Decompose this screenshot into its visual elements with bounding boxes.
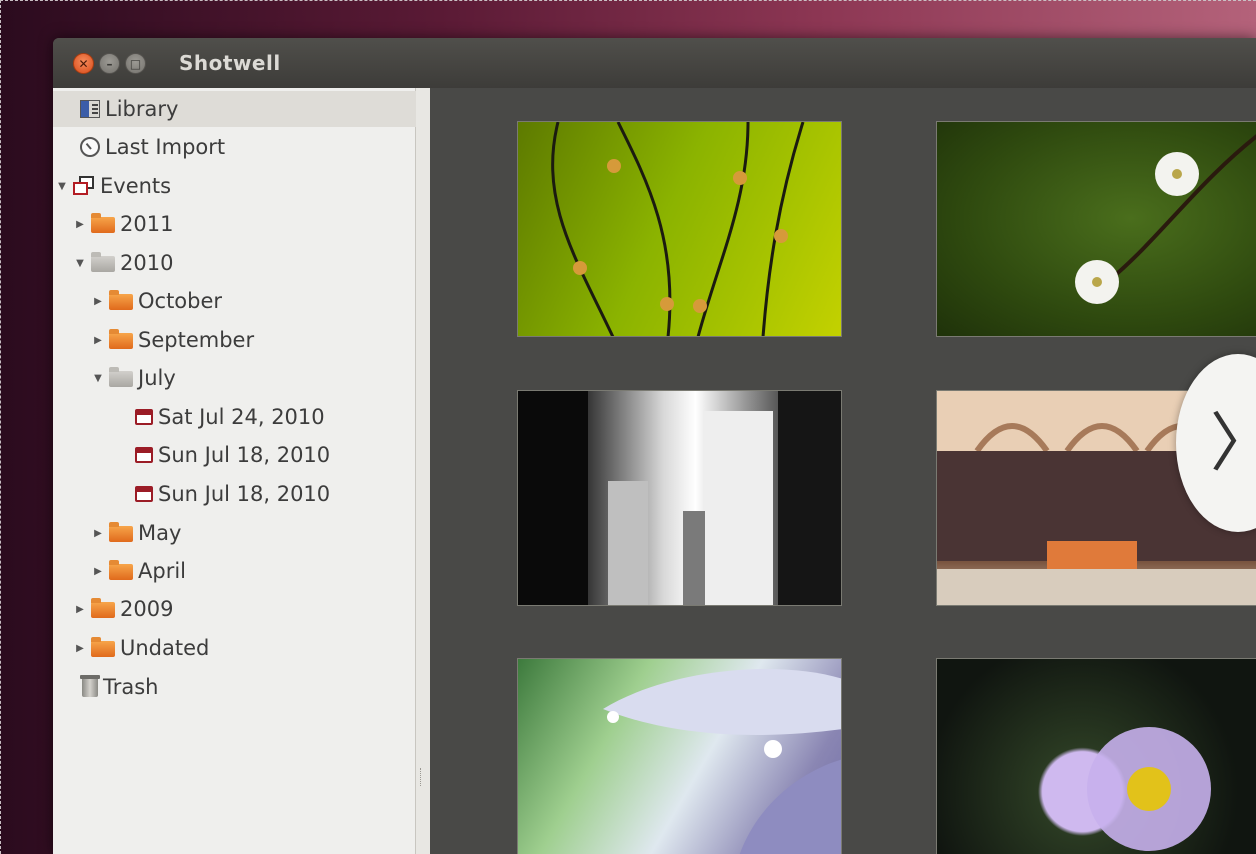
shotwell-window: ✕ – □ Shotwell Library Last Import ▼ Eve…	[53, 38, 1256, 854]
expander-collapsed-icon[interactable]: ▶	[75, 604, 85, 615]
sidebar-item-label: April	[138, 559, 186, 583]
folder-icon	[109, 560, 133, 580]
sidebar-item-undated[interactable]: ▶ Undated	[53, 630, 435, 666]
sidebar-item-label: Last Import	[105, 135, 226, 159]
sidebar-item-may[interactable]: ▶ May	[53, 515, 453, 551]
sidebar-item-trash[interactable]: Trash	[53, 669, 442, 705]
sidebar-item-2009[interactable]: ▶ 2009	[53, 591, 435, 627]
folder-icon	[109, 290, 133, 310]
sidebar-item-september[interactable]: ▶ September	[53, 322, 453, 358]
sidebar-item-label: Sun Jul 18, 2010	[158, 443, 331, 467]
expander-collapsed-icon[interactable]: ▶	[75, 643, 85, 654]
purple-daisy-photo	[1087, 727, 1211, 851]
sidebar-item-label: 2009	[120, 597, 174, 621]
event-icon	[135, 447, 153, 463]
expander-collapsed-icon[interactable]: ▶	[75, 219, 85, 230]
expander-expanded-icon[interactable]: ▼	[57, 181, 67, 192]
folder-icon	[91, 213, 115, 233]
minimize-icon: –	[106, 56, 113, 71]
event-icon	[135, 486, 153, 502]
sidebar-item-july[interactable]: ▼ July	[53, 360, 453, 396]
petal-waterdrop-photo	[603, 669, 841, 854]
sidebar-item-label: July	[138, 366, 176, 390]
folder-open-icon	[91, 252, 115, 272]
folder-icon	[91, 598, 115, 618]
folder-icon	[91, 637, 115, 657]
sidebar-item-label: Sun Jul 18, 2010	[158, 482, 331, 506]
library-icon	[80, 100, 100, 118]
expander-expanded-icon[interactable]: ▼	[93, 373, 103, 384]
photo-thumbnail[interactable]	[936, 658, 1256, 854]
sidebar-item-label: Sat Jul 24, 2010	[158, 405, 325, 429]
event-icon	[135, 409, 153, 425]
sidebar-item-label: 2010	[120, 251, 174, 275]
chevron-right-icon: 〉	[1210, 412, 1256, 476]
photo-thumbnail[interactable]	[936, 121, 1256, 337]
sidebar-item-library[interactable]: Library	[53, 91, 440, 127]
sidebar-item-label: September	[138, 328, 255, 352]
sidebar-item-events[interactable]: ▼ Events	[53, 168, 417, 204]
expander-collapsed-icon[interactable]: ▶	[93, 528, 103, 539]
city-buildings-photo	[518, 391, 841, 605]
trash-icon	[80, 675, 100, 697]
minimize-button[interactable]: –	[99, 53, 120, 74]
sidebar-item-label: May	[138, 521, 182, 545]
close-button[interactable]: ✕	[73, 53, 94, 74]
pane-splitter[interactable]	[416, 88, 431, 854]
window-title: Shotwell	[179, 51, 281, 75]
sidebar-item-label: October	[138, 289, 223, 313]
sidebar-item-label: Trash	[103, 675, 159, 699]
sidebar-item-october[interactable]: ▶ October	[53, 283, 453, 319]
expander-collapsed-icon[interactable]: ▶	[93, 566, 103, 577]
green-stems-photo	[551, 122, 805, 336]
photo-thumbnail[interactable]	[517, 121, 842, 337]
sidebar: Library Last Import ▼ Events ▶ 2011 ▼ 20…	[53, 88, 440, 854]
sidebar-item-april[interactable]: ▶ April	[53, 553, 453, 589]
expander-collapsed-icon[interactable]: ▶	[93, 335, 103, 346]
sidebar-item-label: 2011	[120, 212, 174, 236]
sidebar-item-2010[interactable]: ▼ 2010	[53, 245, 435, 281]
maximize-icon: □	[129, 56, 142, 71]
sidebar-item-last-import[interactable]: Last Import	[53, 129, 440, 165]
folder-open-icon	[109, 367, 133, 387]
folder-icon	[109, 329, 133, 349]
folder-icon	[109, 522, 133, 542]
sidebar-item-label: Library	[105, 97, 179, 121]
events-icon	[73, 176, 95, 196]
close-icon: ✕	[78, 56, 89, 71]
titlebar[interactable]: ✕ – □ Shotwell	[53, 38, 1256, 88]
sidebar-item-2011[interactable]: ▶ 2011	[53, 206, 435, 242]
expander-collapsed-icon[interactable]: ▶	[93, 296, 103, 307]
sidebar-item-label: Undated	[120, 636, 210, 660]
photo-thumbnail[interactable]	[517, 658, 842, 854]
splitter-grip-icon	[420, 768, 425, 786]
expander-expanded-icon[interactable]: ▼	[75, 258, 85, 269]
photo-thumbnail[interactable]	[517, 390, 842, 606]
photo-grid	[430, 88, 1256, 854]
last-import-icon	[80, 137, 100, 157]
sidebar-item-label: Events	[100, 174, 172, 198]
white-blossom-photo	[1075, 134, 1256, 304]
maximize-button[interactable]: □	[125, 53, 146, 74]
